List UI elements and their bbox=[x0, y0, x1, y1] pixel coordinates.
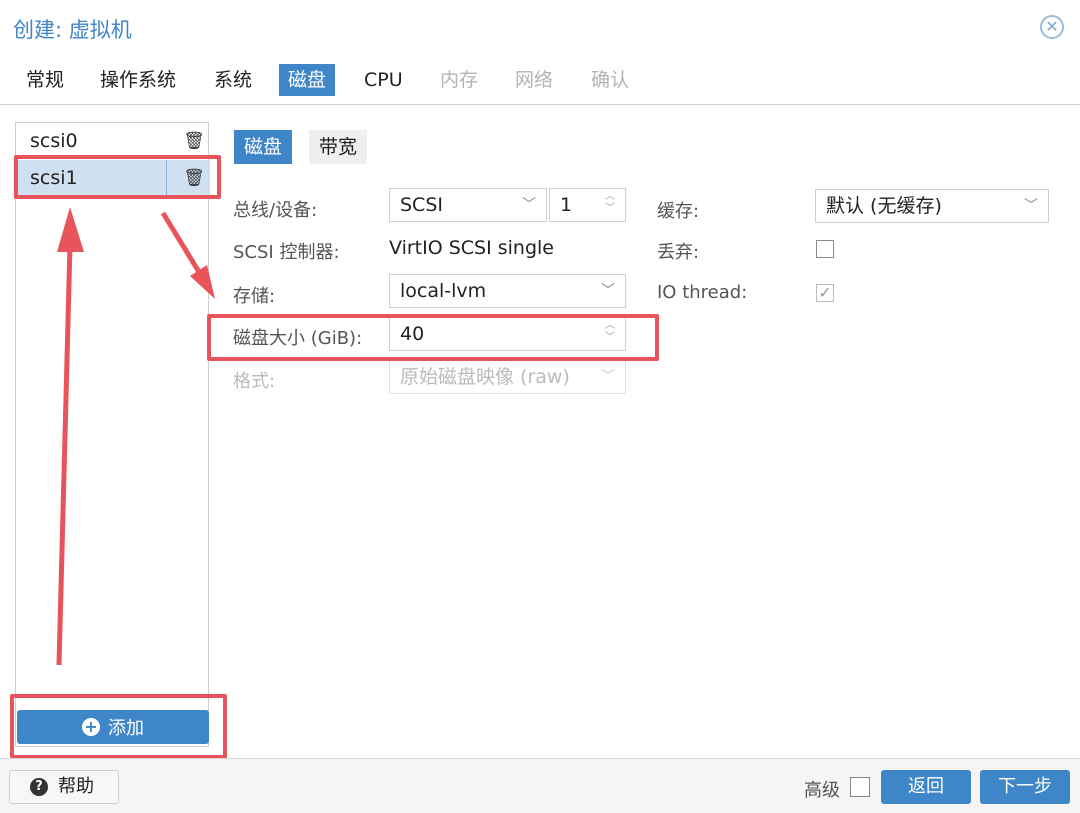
footer-bar: ? 帮助 高级 返回 下一步 bbox=[0, 758, 1080, 813]
advanced-checkbox[interactable] bbox=[850, 777, 870, 797]
annotation-arrow-down bbox=[160, 211, 202, 274]
help-label: 帮助 bbox=[58, 776, 94, 797]
question-icon: ? bbox=[30, 778, 48, 796]
arrowhead-icon bbox=[57, 207, 84, 252]
annotation-arrows bbox=[56, 207, 215, 666]
back-button[interactable]: 返回 bbox=[881, 770, 971, 804]
help-button[interactable]: ? 帮助 bbox=[9, 770, 119, 804]
annotation-arrow-up bbox=[56, 244, 73, 666]
advanced-label: 高级 bbox=[804, 780, 840, 801]
next-button[interactable]: 下一步 bbox=[980, 770, 1070, 804]
arrowhead-icon bbox=[190, 265, 215, 299]
